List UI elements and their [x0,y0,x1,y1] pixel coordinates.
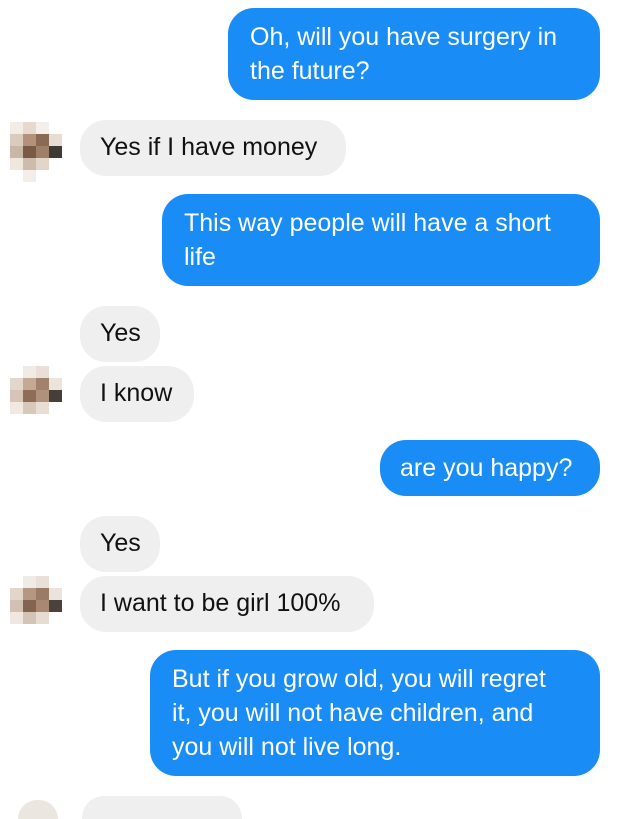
outgoing-message[interactable]: are you happy? [380,440,600,496]
partial-avatar [18,800,58,819]
incoming-message[interactable]: I know [80,366,194,422]
avatar-icon[interactable] [10,122,62,182]
incoming-message[interactable]: Yes [80,306,160,362]
avatar-icon[interactable] [10,576,62,636]
outgoing-message[interactable]: This way people will have a short life [162,194,600,286]
incoming-message[interactable]: I want to be girl 100% [80,576,374,632]
avatar-icon[interactable] [10,366,62,426]
outgoing-message[interactable]: Oh, will you have surgery in the future? [228,8,600,100]
incoming-message[interactable]: Yes if I have money [80,120,346,176]
outgoing-message[interactable]: But if you grow old, you will regret it,… [150,650,600,776]
incoming-message[interactable]: Yes [80,516,160,572]
partial-incoming-message [82,796,242,819]
